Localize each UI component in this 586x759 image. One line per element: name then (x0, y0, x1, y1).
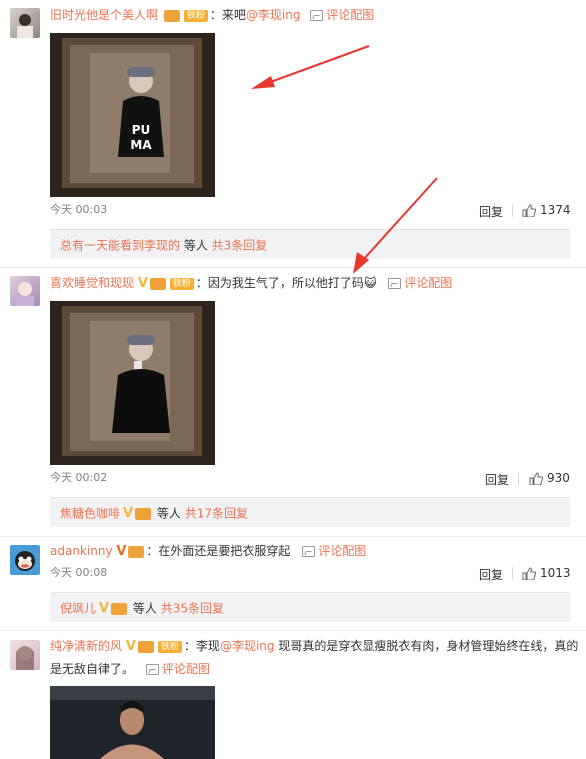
avatar-image (17, 14, 33, 38)
like-button[interactable]: 1013 (522, 566, 571, 580)
replies-count-link[interactable]: 共17条回复 (185, 507, 248, 521)
red-arrow-icon (251, 45, 370, 89)
username-link[interactable]: 喜欢睡觉和现现 (50, 276, 134, 290)
fan-badge: 铁粉 (169, 277, 194, 290)
reply-button[interactable]: 回复 (485, 471, 509, 488)
reply-user-link[interactable]: 总有一天能看到李现的 (60, 239, 180, 253)
verified-v-icon: V (137, 275, 148, 291)
avatar[interactable] (10, 545, 40, 575)
member-level-icon (149, 277, 166, 290)
thumb-up-icon (529, 472, 543, 485)
username-link[interactable]: 旧时光他是个美人啊 (50, 8, 158, 22)
like-count: 930 (547, 471, 570, 485)
comment-text: ：来吧 (209, 8, 246, 22)
reply-button[interactable]: 回复 (479, 203, 503, 220)
verified-v-icon: V (123, 505, 134, 521)
comment-header-line2: 是无敌自律了。 评论配图 (50, 661, 210, 677)
member-level-icon (163, 9, 180, 22)
avatar-image (16, 646, 34, 670)
picture-icon (388, 278, 402, 289)
avatar[interactable] (10, 640, 40, 670)
like-button[interactable]: 1374 (522, 203, 571, 217)
comment-time: 今天 00:08 (50, 566, 108, 579)
fan-badge: 铁粉 (183, 9, 208, 22)
replies-others-text: 等人 (129, 601, 161, 616)
picture-icon (310, 10, 324, 21)
svg-text:MA: MA (130, 138, 152, 152)
mention-link[interactable]: @李现ing (246, 8, 301, 22)
reply-user-link[interactable]: 焦糖色咖啡 (60, 507, 120, 521)
comment-photo[interactable]: PU MA (50, 33, 215, 197)
picture-icon (302, 546, 316, 557)
avatar[interactable] (10, 8, 40, 38)
username-link[interactable]: adankinny (50, 544, 113, 558)
verified-v-icon: V (116, 543, 127, 559)
comment-header: 纯净清新的风 V 铁粉 ：李现@李现ing 现哥真的是穿衣显瘦脱衣有肉，身材管理始终… (50, 638, 578, 655)
like-button[interactable]: 930 (529, 471, 570, 485)
avatar-image (16, 282, 34, 306)
mention-link[interactable]: @李现ing (220, 639, 275, 653)
picture-icon (145, 664, 159, 675)
replies-summary: 焦糖色咖啡 V 等人 共17条回复 (50, 497, 570, 527)
avatar[interactable] (10, 276, 40, 306)
replies-count-link[interactable]: 共3条回复 (212, 239, 268, 253)
username-link[interactable]: 纯净清新的风 (50, 639, 122, 653)
replies-count-link[interactable]: 共35条回复 (161, 602, 224, 616)
verified-v-icon: V (125, 638, 136, 654)
like-count: 1013 (540, 566, 571, 580)
comment-photo[interactable] (50, 686, 215, 759)
comment-header: adankinny V ：在外面还是要把衣服穿起 评论配图 (50, 543, 366, 560)
mirror-selfie-image: PU MA (50, 33, 215, 197)
like-count: 1374 (540, 203, 571, 217)
member-level-icon (137, 640, 154, 653)
action-separator (518, 472, 519, 485)
comment-header: 旧时光他是个美人啊 铁粉 ：来吧@李现ing 评论配图 (50, 7, 374, 23)
comment-text: ：因为我生气了，所以他打了码 (195, 276, 364, 290)
shirtless-photo-image (50, 686, 215, 759)
pic-comment-link[interactable]: 评论配图 (145, 662, 210, 676)
comment-divider (0, 630, 586, 631)
comment-text: ：在外面还是要把衣服穿起 (146, 544, 291, 558)
comment-divider (0, 536, 586, 537)
red-arrow-icon (353, 177, 438, 274)
verified-v-icon: V (99, 600, 110, 616)
comment-text-line2: 是无敌自律了。 (50, 662, 135, 676)
reply-user-link[interactable]: 倪飒儿 (60, 602, 96, 616)
member-level-icon (135, 507, 152, 520)
replies-summary: 总有一天能看到李现的 等人 共3条回复 (50, 229, 570, 259)
pic-comment-link[interactable]: 评论配图 (302, 544, 366, 558)
pic-comment-link[interactable]: 评论配图 (310, 8, 374, 22)
member-level-icon (111, 602, 128, 615)
comment-text-continued: 现哥真的是穿衣显瘦脱衣有肉，身材管理始终在线，真的 (274, 639, 579, 653)
action-separator (512, 567, 513, 580)
reply-button[interactable]: 回复 (479, 566, 503, 583)
monkey-avatar-image (15, 551, 35, 571)
comment-text: ：李现 (183, 639, 220, 653)
action-separator (512, 204, 513, 217)
comment-time: 今天 00:03 (50, 203, 108, 216)
svg-text:PU: PU (132, 123, 151, 137)
comment-divider (0, 267, 586, 268)
thumb-up-icon (522, 204, 536, 217)
mirror-selfie-image (50, 301, 215, 465)
member-level-icon (128, 545, 145, 558)
replies-others-text: 等人 (153, 506, 185, 521)
replies-others-text: 等人 (180, 238, 212, 253)
replies-summary: 倪飒儿 V 等人 共35条回复 (50, 592, 570, 622)
thumb-up-icon (522, 567, 536, 580)
comment-photo[interactable] (50, 301, 215, 465)
fan-badge: 铁粉 (157, 640, 182, 653)
comment-time: 今天 00:02 (50, 471, 108, 484)
